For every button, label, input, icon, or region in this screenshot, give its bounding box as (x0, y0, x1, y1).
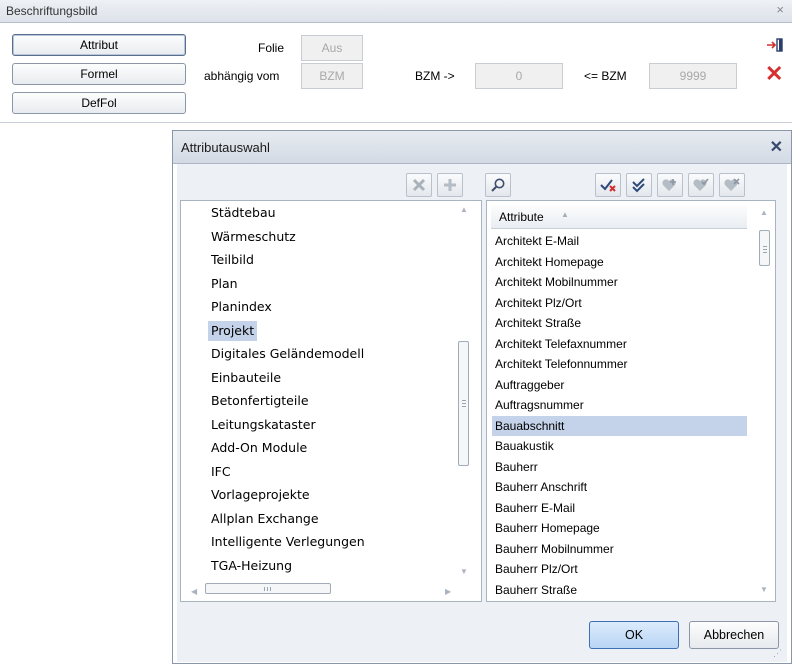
category-hscrollbar-thumb[interactable] (205, 583, 331, 594)
category-item[interactable]: TGA-Heizung (208, 556, 295, 576)
attribute-item[interactable]: Architekt E-Mail (492, 231, 747, 251)
attribut-button[interactable]: Attribut (12, 34, 186, 56)
cancel-button[interactable]: Abbrechen (689, 621, 779, 649)
attribute-item[interactable]: Bauherr Homepage (492, 518, 747, 538)
category-item[interactable]: Wärmeschutz (208, 227, 299, 247)
dialog-title: Attributauswahl (181, 140, 270, 155)
abhaengig-field[interactable]: BZM (301, 63, 363, 89)
category-item[interactable]: Digitales Geländemodell (208, 344, 367, 364)
folie-label: Folie (258, 41, 285, 55)
category-item[interactable]: Teilbild (208, 250, 257, 270)
attribute-item[interactable]: Bauherr Straße (492, 580, 747, 600)
category-item[interactable]: Allplan Exchange (208, 509, 322, 529)
category-item[interactable]: Einbauteile (208, 368, 284, 388)
scroll-down-arrow[interactable]: ▼ (460, 567, 468, 576)
abhaengig-label: abhängig vom (204, 69, 280, 83)
attribute-column-header[interactable]: Attribute ▲ (491, 205, 747, 229)
attribute-item[interactable]: Auftraggeber (492, 375, 747, 395)
bzm-from-label: BZM -> (415, 69, 455, 83)
attribute-item[interactable]: Bauherr (492, 457, 747, 477)
dialog-body: Städtebau Wärmeschutz Teilbild Plan Planinde… (177, 164, 787, 662)
attribute-item[interactable]: Architekt Straße (492, 313, 747, 333)
attribute-item[interactable]: Architekt Homepage (492, 252, 747, 272)
attribute-item[interactable]: Bauherr Anschrift (492, 477, 747, 497)
attribute-item[interactable]: Bauherr E-Mail (492, 498, 747, 518)
check-all-icon[interactable] (626, 173, 652, 197)
category-item[interactable]: Add-On Module (208, 438, 310, 458)
formel-button[interactable]: Formel (12, 63, 186, 85)
attribute-scrollbar-thumb[interactable] (759, 230, 770, 266)
deffol-button[interactable]: DefFol (12, 92, 186, 114)
search-icon[interactable] (485, 173, 511, 197)
bzm-to-label: <= BZM (584, 69, 627, 83)
attribute-item[interactable]: Bauherr Mobilnummer (492, 539, 747, 559)
category-item[interactable]: IFC (208, 462, 234, 482)
category-item[interactable]: Betonfertigteile (208, 391, 312, 411)
attribute-item[interactable]: Bauherr Plz/Ort (492, 559, 747, 579)
ok-button[interactable]: OK (589, 621, 679, 649)
category-list[interactable]: Städtebau Wärmeschutz Teilbild Plan Planinde… (180, 200, 482, 602)
bzm-from-field[interactable]: 0 (475, 63, 563, 89)
category-item[interactable]: Städtebau (208, 203, 279, 223)
close-x-icon[interactable]: ✕ (765, 63, 783, 85)
attribute-item[interactable]: Auftragsnummer (492, 395, 747, 415)
attr-scroll-down-arrow[interactable]: ▼ (760, 585, 768, 594)
attribute-item[interactable]: Architekt Plz/Ort (492, 293, 747, 313)
attribute-list[interactable]: Attribute ▲ Architekt E-Mail Architekt Ho… (486, 200, 776, 602)
delete-icon[interactable] (406, 173, 432, 197)
attr-scroll-up-arrow[interactable]: ▲ (760, 208, 768, 217)
attribute-item[interactable]: Bauabschnitt (492, 415, 747, 436)
heart-check-icon[interactable] (688, 173, 714, 197)
beschriftungsbild-panel: Beschriftungsbild × Attribut Formel DefF… (0, 0, 792, 123)
category-item[interactable]: Plan (208, 274, 241, 294)
bzm-to-field[interactable]: 9999 (649, 63, 737, 89)
heart-remove-icon[interactable] (719, 173, 745, 197)
attribute-item[interactable]: Bauakustik (492, 436, 747, 456)
attributauswahl-dialog: Attributauswahl ✕ Städtebau Wärmeschutz … (172, 130, 792, 664)
panel-title-bar: Beschriftungsbild × (0, 0, 792, 23)
attribute-header-label: Attribute (499, 210, 544, 224)
resize-grip-icon[interactable]: ⋰ (773, 648, 782, 659)
scroll-right-arrow[interactable]: ▶ (445, 587, 451, 596)
attribute-item[interactable]: Architekt Telefonnummer (492, 354, 747, 374)
category-scrollbar-thumb[interactable] (458, 341, 469, 466)
category-item[interactable]: Planindex (208, 297, 275, 317)
dialog-title-bar: Attributauswahl ✕ (173, 131, 791, 164)
category-item[interactable]: Intelligente Verlegungen (208, 532, 368, 552)
panel-close-icon[interactable]: × (776, 2, 784, 17)
folie-field[interactable]: Aus (301, 35, 363, 61)
category-item[interactable]: Vorlageprojekte (208, 485, 313, 505)
dialog-close-icon[interactable]: ✕ (770, 137, 783, 157)
heart-add-icon[interactable] (657, 173, 683, 197)
scroll-left-arrow[interactable]: ◀ (191, 587, 197, 596)
category-item[interactable]: Projekt (208, 320, 258, 341)
category-item[interactable]: Leitungskataster (208, 415, 319, 435)
sort-ascending-icon: ▲ (561, 210, 569, 219)
exit-icon[interactable] (766, 38, 784, 52)
add-icon[interactable] (437, 173, 463, 197)
uncheck-all-icon[interactable] (595, 173, 621, 197)
panel-title: Beschriftungsbild (6, 4, 98, 18)
scroll-up-arrow[interactable]: ▲ (460, 205, 468, 214)
attribute-item[interactable]: Architekt Mobilnummer (492, 272, 747, 292)
attribute-item[interactable]: Architekt Telefaxnummer (492, 334, 747, 354)
